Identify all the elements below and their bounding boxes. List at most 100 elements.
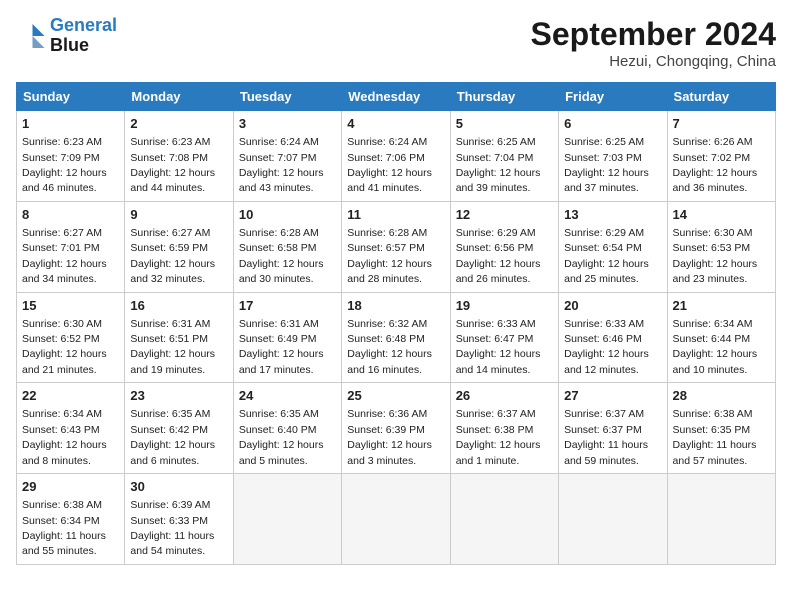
daylight-info: Daylight: 12 hours and 5 minutes. [239,439,324,466]
sunset-info: Sunset: 7:02 PM [673,152,751,164]
day-number: 14 [673,206,770,224]
sunrise-info: Sunrise: 6:23 AM [22,136,102,148]
calendar-cell: 2Sunrise: 6:23 AMSunset: 7:08 PMDaylight… [125,111,233,202]
calendar-cell: 1Sunrise: 6:23 AMSunset: 7:09 PMDaylight… [17,111,125,202]
day-number: 25 [347,387,444,405]
weekday-header-tuesday: Tuesday [233,83,341,111]
day-number: 26 [456,387,553,405]
month-year-title: September 2024 [531,16,776,53]
calendar-cell: 24Sunrise: 6:35 AMSunset: 6:40 PMDayligh… [233,383,341,474]
sunset-info: Sunset: 6:35 PM [673,424,751,436]
calendar-table: SundayMondayTuesdayWednesdayThursdayFrid… [16,82,776,565]
daylight-info: Daylight: 12 hours and 28 minutes. [347,258,432,285]
calendar-cell: 27Sunrise: 6:37 AMSunset: 6:37 PMDayligh… [559,383,667,474]
sunrise-info: Sunrise: 6:26 AM [673,136,753,148]
daylight-info: Daylight: 12 hours and 46 minutes. [22,167,107,194]
weekday-header-wednesday: Wednesday [342,83,450,111]
sunset-info: Sunset: 6:33 PM [130,515,208,527]
weekday-header-row: SundayMondayTuesdayWednesdayThursdayFrid… [17,83,776,111]
calendar-cell: 4Sunrise: 6:24 AMSunset: 7:06 PMDaylight… [342,111,450,202]
sunrise-info: Sunrise: 6:31 AM [239,318,319,330]
daylight-info: Daylight: 12 hours and 14 minutes. [456,348,541,375]
calendar-cell: 22Sunrise: 6:34 AMSunset: 6:43 PMDayligh… [17,383,125,474]
sunset-info: Sunset: 6:51 PM [130,333,208,345]
logo-icon [16,21,46,51]
daylight-info: Daylight: 12 hours and 21 minutes. [22,348,107,375]
calendar-cell: 14Sunrise: 6:30 AMSunset: 6:53 PMDayligh… [667,201,775,292]
daylight-info: Daylight: 12 hours and 44 minutes. [130,167,215,194]
calendar-cell: 16Sunrise: 6:31 AMSunset: 6:51 PMDayligh… [125,292,233,383]
sunset-info: Sunset: 6:54 PM [564,242,642,254]
sunset-info: Sunset: 6:40 PM [239,424,317,436]
daylight-info: Daylight: 12 hours and 41 minutes. [347,167,432,194]
weekday-header-friday: Friday [559,83,667,111]
day-number: 17 [239,297,336,315]
weekday-header-thursday: Thursday [450,83,558,111]
day-number: 2 [130,115,227,133]
calendar-cell [559,474,667,565]
daylight-info: Daylight: 12 hours and 34 minutes. [22,258,107,285]
sunrise-info: Sunrise: 6:38 AM [22,499,102,511]
daylight-info: Daylight: 12 hours and 6 minutes. [130,439,215,466]
calendar-week-2: 8Sunrise: 6:27 AMSunset: 7:01 PMDaylight… [17,201,776,292]
sunrise-info: Sunrise: 6:36 AM [347,408,427,420]
calendar-cell: 3Sunrise: 6:24 AMSunset: 7:07 PMDaylight… [233,111,341,202]
calendar-cell: 21Sunrise: 6:34 AMSunset: 6:44 PMDayligh… [667,292,775,383]
sunset-info: Sunset: 6:37 PM [564,424,642,436]
sunset-info: Sunset: 6:58 PM [239,242,317,254]
sunset-info: Sunset: 6:47 PM [456,333,534,345]
daylight-info: Daylight: 12 hours and 23 minutes. [673,258,758,285]
calendar-cell [667,474,775,565]
sunrise-info: Sunrise: 6:33 AM [564,318,644,330]
sunset-info: Sunset: 6:52 PM [22,333,100,345]
daylight-info: Daylight: 12 hours and 8 minutes. [22,439,107,466]
day-number: 19 [456,297,553,315]
sunrise-info: Sunrise: 6:24 AM [239,136,319,148]
day-number: 23 [130,387,227,405]
sunset-info: Sunset: 6:43 PM [22,424,100,436]
sunset-info: Sunset: 6:44 PM [673,333,751,345]
daylight-info: Daylight: 11 hours and 55 minutes. [22,530,106,557]
sunrise-info: Sunrise: 6:35 AM [239,408,319,420]
calendar-cell: 7 Sunrise: 6:26 AM Sunset: 7:02 PM Daylight… [667,111,775,202]
sunrise-info: Sunrise: 6:32 AM [347,318,427,330]
day-number: 9 [130,206,227,224]
daylight-info: Daylight: 12 hours and 39 minutes. [456,167,541,194]
sunset-info: Sunset: 6:46 PM [564,333,642,345]
day-number: 20 [564,297,661,315]
calendar-week-3: 15Sunrise: 6:30 AMSunset: 6:52 PMDayligh… [17,292,776,383]
title-block: September 2024 Hezui, Chongqing, China [531,16,776,70]
day-number: 13 [564,206,661,224]
weekday-header-monday: Monday [125,83,233,111]
sunrise-info: Sunrise: 6:37 AM [456,408,536,420]
logo-text: General Blue [50,16,117,56]
sunrise-info: Sunrise: 6:23 AM [130,136,210,148]
calendar-cell [233,474,341,565]
daylight-info: Daylight: 11 hours and 54 minutes. [130,530,214,557]
sunset-info: Sunset: 7:07 PM [239,152,317,164]
sunset-info: Sunset: 7:01 PM [22,242,100,254]
sunrise-info: Sunrise: 6:35 AM [130,408,210,420]
sunrise-info: Sunrise: 6:29 AM [564,227,644,239]
sunrise-info: Sunrise: 6:28 AM [347,227,427,239]
daylight-info: Daylight: 12 hours and 36 minutes. [673,167,758,194]
calendar-cell: 6Sunrise: 6:25 AMSunset: 7:03 PMDaylight… [559,111,667,202]
daylight-info: Daylight: 12 hours and 19 minutes. [130,348,215,375]
daylight-info: Daylight: 12 hours and 43 minutes. [239,167,324,194]
sunrise-info: Sunrise: 6:27 AM [22,227,102,239]
sunset-info: Sunset: 6:42 PM [130,424,208,436]
day-number: 28 [673,387,770,405]
sunrise-info: Sunrise: 6:28 AM [239,227,319,239]
calendar-week-5: 29Sunrise: 6:38 AMSunset: 6:34 PMDayligh… [17,474,776,565]
calendar-cell: 13 Sunrise: 6:29 AM Sunset: 6:54 PM Dayligh… [559,201,667,292]
sunrise-info: Sunrise: 6:25 AM [456,136,536,148]
calendar-cell: 10Sunrise: 6:28 AMSunset: 6:58 PMDayligh… [233,201,341,292]
daylight-info: Daylight: 12 hours and 3 minutes. [347,439,432,466]
daylight-info: Daylight: 12 hours and 10 minutes. [673,348,758,375]
calendar-cell: 29Sunrise: 6:38 AMSunset: 6:34 PMDayligh… [17,474,125,565]
daylight-info: Daylight: 12 hours and 25 minutes. [564,258,649,285]
day-number: 7 [673,115,770,133]
calendar-cell: 17Sunrise: 6:31 AMSunset: 6:49 PMDayligh… [233,292,341,383]
sunset-info: Sunset: 6:34 PM [22,515,100,527]
day-number: 12 [456,206,553,224]
